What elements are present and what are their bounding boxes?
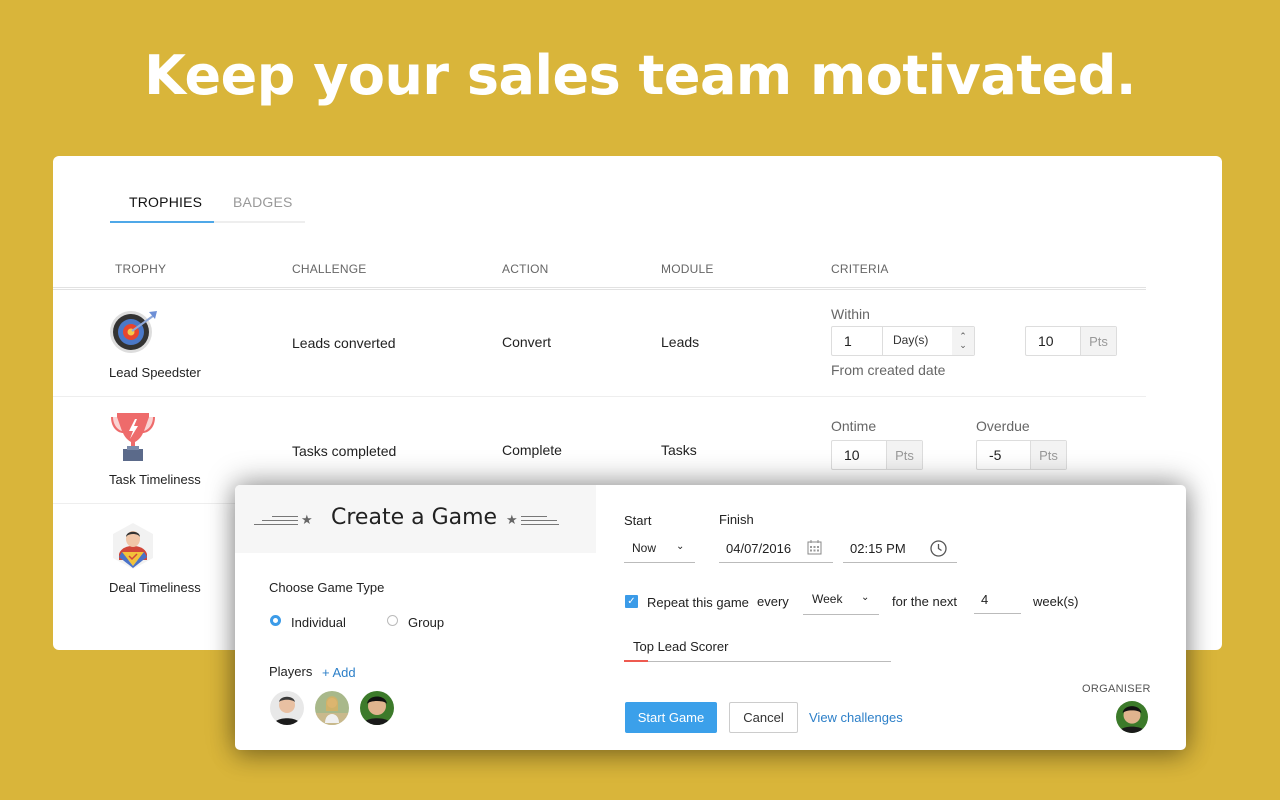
- view-challenges-link[interactable]: View challenges: [809, 710, 903, 725]
- finish-date-input[interactable]: 04/07/2016: [719, 535, 833, 563]
- trophy-cup-icon: [109, 411, 157, 461]
- pts-suffix: Pts: [1030, 441, 1066, 469]
- trophy-name: Lead Speedster: [109, 365, 201, 380]
- players-label: Players: [269, 664, 313, 679]
- module-cell: Tasks: [661, 442, 697, 458]
- tab-trophies[interactable]: TROPHIES: [129, 194, 202, 210]
- player-avatar[interactable]: [360, 691, 394, 725]
- overdue-label: Overdue: [976, 418, 1030, 434]
- points-value[interactable]: 10: [1026, 327, 1080, 355]
- finish-label: Finish: [719, 512, 754, 527]
- every-label: every: [757, 594, 789, 609]
- repeat-checkbox[interactable]: ✓: [625, 595, 638, 608]
- superhero-icon: [111, 522, 159, 570]
- input-focus-indicator: [624, 660, 648, 662]
- game-name-value: Top Lead Scorer: [633, 639, 729, 654]
- tab-bar: TROPHIES BADGES: [110, 190, 305, 223]
- table-row: Lead Speedster Leads converted Convert L…: [53, 290, 1146, 397]
- add-player-link[interactable]: + Add: [322, 665, 356, 680]
- chevron-down-icon: ⌄: [676, 541, 685, 552]
- radio-individual-label[interactable]: Individual: [291, 615, 346, 630]
- column-header-challenge: CHALLENGE: [292, 262, 367, 276]
- game-type-label: Choose Game Type: [269, 580, 385, 595]
- interval-select-value: Week: [812, 592, 843, 606]
- ontime-value[interactable]: 10: [832, 441, 886, 469]
- column-header-criteria: CRITERIA: [831, 262, 889, 276]
- overdue-points-input[interactable]: -5 Pts: [976, 440, 1067, 470]
- within-label: Within: [831, 306, 870, 322]
- action-cell: Convert: [502, 334, 552, 350]
- pts-suffix: Pts: [886, 441, 922, 469]
- pts-suffix: Pts: [1080, 327, 1116, 355]
- active-tab-indicator: [110, 221, 214, 223]
- start-game-button[interactable]: Start Game: [625, 702, 717, 733]
- column-header-action: ACTION: [502, 262, 549, 276]
- game-name-input[interactable]: Top Lead Scorer: [624, 634, 891, 662]
- radio-group[interactable]: [387, 615, 398, 626]
- ontime-label: Ontime: [831, 418, 877, 434]
- star-icon: ★: [301, 512, 313, 527]
- column-header-trophy: TROPHY: [115, 262, 167, 276]
- player-avatar[interactable]: [270, 691, 304, 725]
- ontime-points-input[interactable]: 10 Pts: [831, 440, 923, 470]
- points-input[interactable]: 10 Pts: [1025, 326, 1117, 356]
- start-label: Start: [624, 513, 652, 528]
- dialog-header: ★ Create a Game ★: [235, 485, 596, 553]
- interval-select[interactable]: Week ⌄: [803, 587, 879, 615]
- organiser-avatar: [1116, 701, 1148, 733]
- create-game-dialog: ★ Create a Game ★ Choose Game Type Indiv…: [235, 485, 1186, 750]
- star-lines-decoration-left: ★: [254, 512, 313, 528]
- for-next-label: for the next: [892, 594, 958, 609]
- star-lines-decoration-right: ★: [506, 512, 559, 528]
- unit-spinner-icon[interactable]: ⌃ ⌄: [952, 327, 974, 355]
- radio-individual[interactable]: [270, 615, 281, 626]
- within-duration-input[interactable]: 1 Day(s) ⌃ ⌄: [831, 326, 975, 356]
- player-avatar[interactable]: [315, 691, 349, 725]
- calendar-icon[interactable]: [807, 540, 822, 558]
- trophy-name: Deal Timeliness: [109, 580, 201, 595]
- repeat-count-value: 4: [981, 592, 989, 607]
- chevron-down-icon: ⌄: [861, 592, 870, 603]
- finish-date-value: 04/07/2016: [726, 541, 792, 556]
- clock-icon[interactable]: [930, 540, 947, 560]
- start-select-value: Now: [632, 541, 657, 555]
- star-icon: ★: [506, 512, 518, 527]
- module-cell: Leads: [661, 334, 700, 350]
- cancel-button[interactable]: Cancel: [729, 702, 798, 733]
- from-created-date-note: From created date: [831, 362, 946, 378]
- start-select[interactable]: Now ⌄: [624, 535, 695, 563]
- action-cell: Complete: [502, 442, 562, 458]
- dialog-title: Create a Game: [331, 505, 498, 530]
- hero-headline: Keep your sales team motivated.: [144, 44, 1136, 107]
- repeat-count-input[interactable]: 4: [974, 586, 1021, 614]
- finish-time-input[interactable]: 02:15 PM: [843, 535, 957, 563]
- finish-time-value: 02:15 PM: [850, 541, 906, 556]
- challenge-cell: Leads converted: [292, 335, 396, 351]
- organiser-label: ORGANISER: [1082, 683, 1151, 695]
- tab-badges[interactable]: BADGES: [233, 194, 293, 210]
- table-header: TROPHY CHALLENGE ACTION MODULE CRITERIA: [53, 254, 1146, 290]
- trophy-name: Task Timeliness: [109, 472, 201, 487]
- radio-group-label[interactable]: Group: [408, 615, 444, 630]
- overdue-value[interactable]: -5: [977, 441, 1030, 469]
- repeat-label: Repeat this game: [647, 595, 749, 610]
- challenge-cell: Tasks completed: [292, 443, 397, 459]
- within-value[interactable]: 1: [832, 327, 882, 355]
- count-unit-label: week(s): [1033, 594, 1079, 609]
- unit-select[interactable]: Day(s): [882, 327, 952, 355]
- target-icon: [109, 308, 157, 356]
- column-header-module: MODULE: [661, 262, 714, 276]
